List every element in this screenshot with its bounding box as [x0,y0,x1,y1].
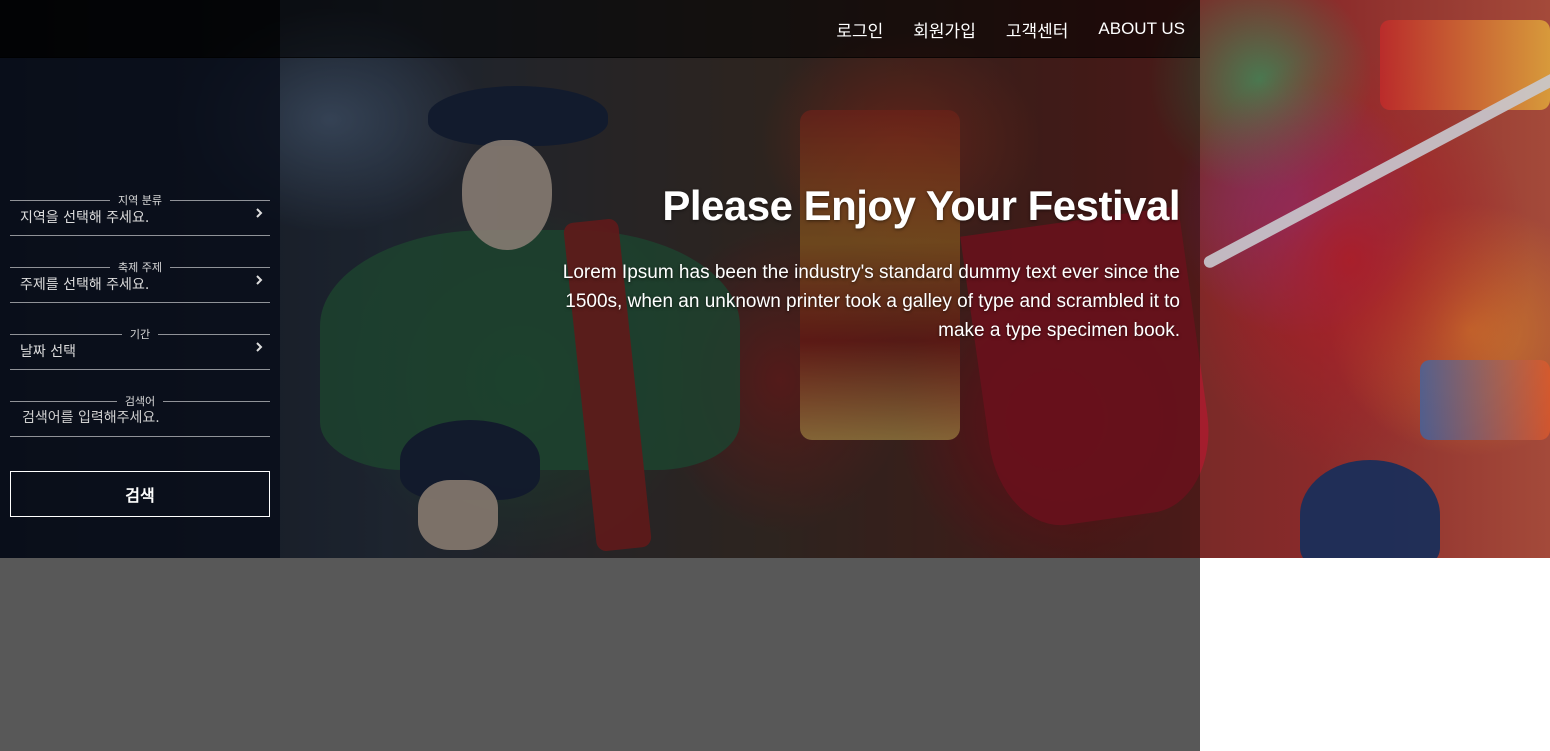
region-select[interactable]: 지역 분류 지역을 선택해 주세요. [10,194,271,236]
theme-select[interactable]: 축제 주제 주제를 선택해 주세요. [10,261,271,303]
label-divider [10,400,117,402]
hero-photo-decoration-2 [1420,360,1550,440]
nav-signup-link[interactable]: 회원가입 [913,17,976,42]
label-divider [10,333,122,335]
label-divider [158,333,270,335]
festival-search-panel: 지역 분류 지역을 선택해 주세요. 축제 주제 주제를 선택해 주세요. 기간… [0,58,280,558]
nav-support-link[interactable]: 고객센터 [1006,17,1069,42]
label-divider [170,266,271,268]
label-divider [10,199,111,201]
period-label-row: 기간 [10,328,270,341]
chevron-right-icon [256,275,263,285]
header-nav: 로그인 회원가입 고객센터 ABOUT US [836,0,1185,58]
region-value: 지역을 선택해 주세요. [20,210,150,226]
keyword-field: 검색어 [10,395,270,437]
region-label: 지역 분류 [118,194,162,207]
region-label-row: 지역 분류 [10,194,271,207]
keyword-input[interactable] [20,406,260,430]
nav-login-link[interactable]: 로그인 [836,17,883,42]
logo-area [0,0,280,58]
period-value: 날짜 선택 [20,344,76,360]
theme-value: 주제를 선택해 주세요. [20,277,150,293]
content-area [0,558,1200,751]
chevron-right-icon [256,342,263,352]
label-divider [163,400,270,402]
label-divider [170,199,271,201]
hero-description: Lorem Ipsum has been the industry's stan… [562,262,1180,341]
hero-photo-helmet [1300,460,1440,558]
top-navigation-bar: 로그인 회원가입 고객센터 ABOUT US [0,0,1200,58]
page-background [1200,558,1550,751]
period-select[interactable]: 기간 날짜 선택 [10,328,270,370]
nav-about-link[interactable]: ABOUT US [1098,19,1185,39]
period-label: 기간 [129,328,151,341]
theme-label-row: 축제 주제 [10,261,271,274]
theme-label: 축제 주제 [118,261,162,274]
chevron-right-icon [256,208,263,218]
hero-title: Please Enjoy Your Festival [662,182,1180,229]
label-divider [10,266,111,268]
search-button[interactable]: 검색 [10,471,270,517]
